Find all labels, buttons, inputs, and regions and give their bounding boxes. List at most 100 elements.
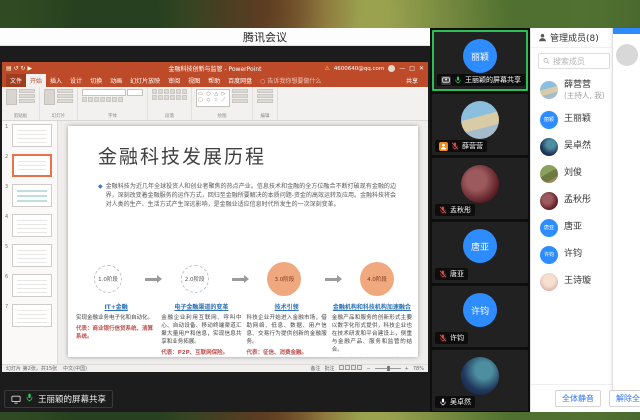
slide-thumbnail[interactable]: 5 [5, 244, 57, 267]
notes-button[interactable]: 备注 [310, 365, 320, 372]
video-tile[interactable]: 许钧许钧 [432, 286, 528, 347]
comments-button[interactable]: 批注 [324, 365, 334, 372]
ribbon-tab[interactable]: 幻灯片放映 [126, 74, 164, 87]
ribbon-tab[interactable]: 插入 [46, 74, 66, 87]
mute-all-button[interactable]: 全体静音 [555, 390, 601, 407]
zoom-percent: 78% [413, 366, 424, 372]
participant-name: 吴卓然 [450, 397, 471, 407]
slide-intro: ◆ 金融科技为近几年全球投资人和创业者聚焦的热点产业。信息技术和金融的全方位融合… [98, 182, 396, 209]
video-tile[interactable]: 唐亚唐亚 [432, 222, 528, 283]
stage-column: 电子金融渠道的变革金融企业利用互联网、呼叫中心、自动设备、移动终端渠道汇聚大量用… [161, 302, 241, 357]
account-avatar[interactable] [388, 65, 395, 72]
member-name: 唐亚 [564, 222, 582, 233]
avatar [461, 165, 499, 203]
ribbon-tab[interactable]: 开始 [26, 74, 46, 87]
member-name: 王诗璇 [564, 276, 591, 287]
stage-circle: 1.0阶段 [94, 265, 122, 293]
video-tile-label: 唐亚 [435, 268, 468, 280]
account-email: 4600640@qq.com [334, 66, 384, 72]
video-tile[interactable]: 薛营营 [432, 94, 528, 155]
video-tile-label: 薛营营 [435, 140, 487, 152]
stage-column-representatives: 代表：P2P、互联网保险。 [161, 349, 241, 357]
slide-number: 4 [5, 214, 10, 220]
member-name: 吴卓然 [564, 141, 591, 152]
side-window-titlebar [613, 28, 640, 34]
member-panel-title: 管理成员(8) [550, 31, 599, 44]
ribbon-tab[interactable]: 文件 [6, 74, 26, 87]
ribbon-tab[interactable]: 设计 [66, 74, 86, 87]
avatar: 唐亚 [540, 219, 558, 237]
stage-column-body: 科技企业开始进入金融市场，借助网络、低息、数据、用户信息、交易行为提供创新的金融… [247, 314, 327, 346]
ribbon-group[interactable]: 剪贴板 [2, 87, 40, 120]
minimize-button[interactable]: — [399, 65, 405, 72]
ribbon-tab[interactable]: 帮助 [204, 74, 224, 87]
stage-column-heading: 电子金融渠道的变革 [161, 302, 241, 311]
avatar [461, 101, 499, 139]
ribbon-group[interactable]: ▭ ○ △ ▷▢ ◇ ☆ ⟋绘图 [192, 87, 253, 120]
stage-circle: 4.0阶段 [360, 262, 394, 296]
slide-thumbnail[interactable]: 3 [5, 184, 57, 207]
slide-canvas-area: 金融科技发展历程 ◆ 金融科技为近几年全球投资人和创业者聚焦的热点产业。信息技术… [58, 121, 428, 364]
video-tile-label: 吴卓然 [435, 396, 475, 408]
powerpoint-window: ▤ ↺ ↻ ▶ 金融科技创新与监管 - PowerPoint ⚠ 4600640… [2, 62, 428, 372]
close-button[interactable]: ✕ [419, 65, 424, 72]
tell-me-search[interactable]: ○ 告诉我你想要做什么 [256, 74, 325, 87]
powerpoint-statusbar: 幻灯片 第2张，共15张 中文(中国) 备注 批注 − + 78% [2, 364, 428, 372]
ribbon-group-label: 编辑 [253, 113, 277, 119]
member-role: (主持人, 我) [564, 91, 605, 100]
ribbon-tab[interactable]: 百度网盘 [224, 74, 256, 87]
avatar: 许钧 [540, 246, 558, 264]
mic-on-icon [454, 76, 462, 84]
ribbon-tab[interactable]: 动画 [106, 74, 126, 87]
stage-column-body: 金融产品和服务的创新形式主要以数字化形式提供，科技企业也在技术研发和平台建设上，… [332, 314, 412, 354]
stage-column-heading: 技术引领 [247, 302, 327, 311]
participant-name: 薛营营 [462, 141, 483, 151]
member-search-input[interactable] [553, 57, 605, 66]
ribbon: 剪贴板幻灯片字体段落▭ ○ △ ▷▢ ◇ ☆ ⟋绘图编辑 [2, 87, 428, 121]
slide-title: 金融科技发展历程 [98, 142, 266, 169]
unmute-all-button[interactable]: 解除全体静音 [609, 390, 640, 407]
slide-number: 3 [5, 184, 10, 190]
zoom-out-button[interactable]: − [366, 366, 370, 372]
zoom-slider[interactable] [375, 368, 401, 369]
ribbon-group[interactable]: 字体 [78, 87, 148, 120]
member-search-box[interactable] [538, 53, 610, 69]
share-button[interactable]: 共享 [402, 74, 422, 87]
ribbon-group[interactable]: 编辑 [253, 87, 278, 120]
ribbon-tab[interactable]: 视图 [184, 74, 204, 87]
avatar: 唐亚 [463, 229, 497, 263]
participant-name: 王丽颖的屏幕共享 [465, 75, 521, 85]
video-tile[interactable]: 丽颖王丽颖的屏幕共享 [432, 30, 528, 91]
slide-thumbnail[interactable]: 4 [5, 214, 57, 237]
avatar [461, 357, 499, 395]
slide-thumbnail[interactable]: 1 [5, 124, 57, 147]
slide-thumbnail[interactable]: 2 [5, 154, 57, 177]
warning-icon: ⚠ [324, 65, 329, 72]
mic-muted-icon [439, 206, 447, 214]
ribbon-tab[interactable]: 审阅 [164, 74, 184, 87]
restore-button[interactable]: □ [409, 65, 415, 72]
stage-column-representatives: 代表：征信、消费金融。 [247, 349, 327, 357]
slide-thumbnail[interactable]: 6 [5, 274, 57, 297]
video-tile[interactable]: 孟秋彤 [432, 158, 528, 219]
participant-video-column: 丽颖王丽颖的屏幕共享薛营营孟秋彤唐亚唐亚许钧许钧吴卓然 [430, 28, 530, 412]
desktop-wallpaper-top [0, 0, 640, 28]
video-tile[interactable]: 吴卓然 [432, 350, 528, 411]
zoom-in-button[interactable]: + [405, 366, 409, 372]
mic-muted-icon [439, 334, 447, 342]
ribbon-group-label: 绘图 [192, 113, 252, 119]
shared-screen-area: ▤ ↺ ↻ ▶ 金融科技创新与监管 - PowerPoint ⚠ 4600640… [0, 46, 430, 412]
slide-thumbnail[interactable]: 7 [5, 304, 57, 327]
slide-thumbnail-panel: 1 2 3 4 5 6 7 [2, 121, 58, 364]
member-name: 许钧 [564, 249, 582, 260]
ribbon-group[interactable]: 段落 [148, 87, 192, 120]
member-name: 薛营营 [564, 80, 605, 91]
stage-column-representatives: 代表：商业银行信贷系统、清算系统。 [76, 325, 156, 341]
view-mode-icons[interactable] [338, 365, 362, 372]
ribbon-tab[interactable]: 切换 [86, 74, 106, 87]
mic-muted-icon [439, 270, 447, 278]
stage-column: 金融机构和科技机构加速融合金融产品和服务的创新形式主要以数字化形式提供，科技企业… [332, 302, 412, 357]
ribbon-group[interactable]: 幻灯片 [40, 87, 78, 120]
avatar: 丽颖 [540, 111, 558, 129]
members-icon [538, 33, 547, 42]
